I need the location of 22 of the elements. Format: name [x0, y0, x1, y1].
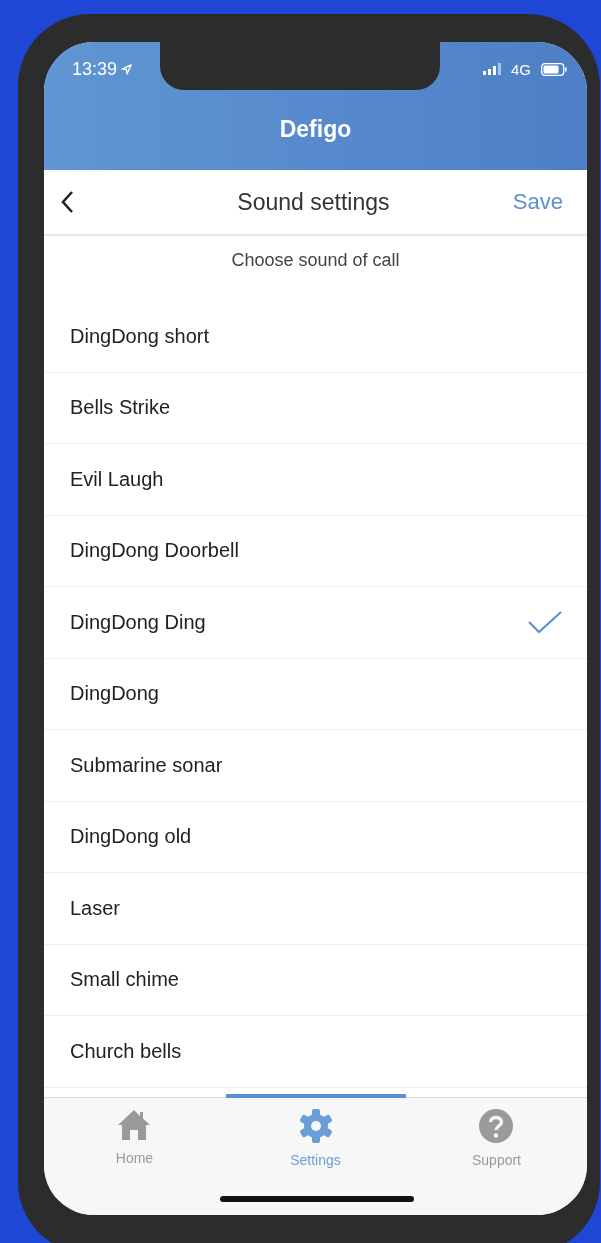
network-label: 4G — [511, 60, 531, 78]
sound-option[interactable]: Laser — [44, 873, 587, 945]
gear-icon — [297, 1108, 334, 1144]
help-icon — [478, 1108, 515, 1144]
sound-option[interactable]: DingDong old — [44, 801, 587, 873]
sound-option[interactable]: Church bells — [44, 1016, 587, 1088]
back-icon[interactable] — [60, 190, 74, 214]
location-arrow-icon — [121, 63, 133, 75]
sound-option[interactable]: Submarine sonar — [44, 730, 587, 802]
app-title: Defigo — [279, 116, 352, 143]
sound-option[interactable]: DingDong Doorbell — [44, 515, 587, 587]
sound-option[interactable]: DingDong Ding — [44, 587, 587, 659]
sound-option[interactable]: DingDong — [44, 658, 587, 730]
battery-icon — [541, 62, 567, 76]
sound-option[interactable]: Evil Laugh — [44, 444, 587, 516]
sound-option[interactable]: DingDong short — [44, 301, 587, 373]
sound-option[interactable]: Small chime — [44, 944, 587, 1016]
sound-option[interactable]: Bells Strike — [44, 372, 587, 444]
status-time: 13:39 — [72, 58, 118, 80]
signal-icon — [483, 63, 503, 75]
page-title: Sound settings — [236, 188, 391, 216]
subtitle: Choose sound of call — [231, 250, 400, 271]
